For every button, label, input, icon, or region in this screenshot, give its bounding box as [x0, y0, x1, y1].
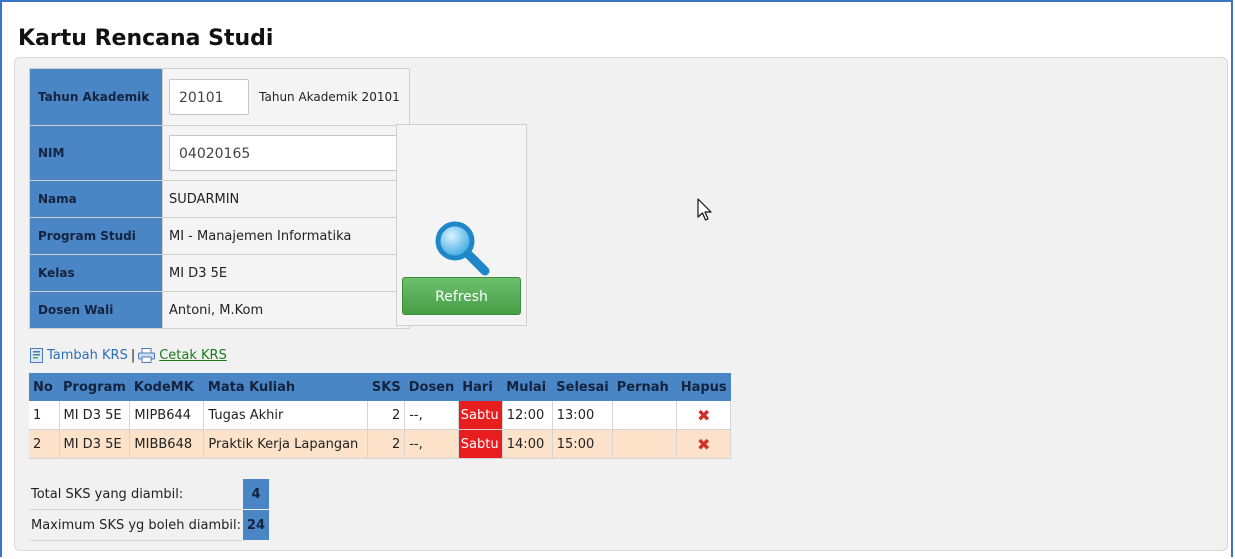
cell-mulai: 12:00	[502, 401, 553, 430]
sks-totals: Total SKS yang diambil: 4 Maximum SKS yg…	[29, 479, 269, 541]
cell-dosen: --,	[404, 401, 459, 430]
col-no: No	[29, 373, 59, 401]
tahun-akademik-input[interactable]: 20101	[169, 79, 249, 115]
krs-table: No Program KodeMK Mata Kuliah SKS Dosen …	[29, 373, 732, 459]
dosen-wali-value: Antoni, M.Kom	[162, 291, 410, 329]
link-separator: |	[130, 348, 136, 363]
add-document-icon[interactable]	[30, 348, 43, 363]
nim-input[interactable]: 04020165	[169, 135, 400, 171]
cell-pernah	[612, 429, 678, 459]
col-hapus: Hapus	[676, 373, 731, 401]
col-sks: SKS	[367, 373, 405, 401]
program-studi-label: Program Studi	[29, 217, 163, 255]
cell-hari: Sabtu	[458, 401, 503, 430]
cell-hari: Sabtu	[458, 429, 503, 459]
krs-actions: Tambah KRS | Cetak KRS	[30, 348, 227, 363]
max-sks-value: 24	[242, 509, 269, 541]
col-dosen: Dosen	[404, 373, 459, 401]
search-icon[interactable]	[433, 219, 491, 277]
mouse-cursor-icon	[697, 198, 712, 221]
col-program: Program	[59, 373, 130, 401]
nama-value: SUDARMIN	[162, 180, 410, 218]
total-sks-value: 4	[242, 479, 269, 510]
cell-selesai: 13:00	[552, 401, 614, 430]
cell-program: MI D3 5E	[59, 429, 131, 459]
delete-icon[interactable]: ✖	[676, 429, 732, 459]
col-pernah: Pernah	[612, 373, 677, 401]
tahun-akademik-label: Tahun Akademik	[29, 68, 163, 126]
cell-sks: 2	[367, 401, 406, 430]
cetak-krs-link[interactable]: Cetak KRS	[159, 348, 227, 363]
kelas-value: MI D3 5E	[162, 254, 410, 292]
nim-label: NIM	[29, 125, 163, 181]
cell-dosen: --,	[404, 429, 459, 459]
col-mata-kuliah: Mata Kuliah	[203, 373, 368, 401]
total-sks-label: Total SKS yang diambil:	[29, 479, 243, 510]
refresh-box: Refresh	[396, 124, 527, 326]
cell-mata-kuliah: Praktik Kerja Lapangan	[203, 429, 369, 459]
printer-icon[interactable]	[138, 348, 156, 363]
col-hari: Hari	[458, 373, 503, 401]
refresh-button[interactable]: Refresh	[402, 277, 521, 315]
student-info-table: Tahun Akademik 20101 Tahun Akademik 2010…	[29, 68, 410, 329]
cell-sks: 2	[367, 429, 406, 459]
cell-mata-kuliah: Tugas Akhir	[203, 401, 369, 430]
col-mulai: Mulai	[502, 373, 553, 401]
tambah-krs-link[interactable]: Tambah KRS	[47, 348, 128, 363]
table-row: 2 MI D3 5E MIBB648 Praktik Kerja Lapanga…	[29, 429, 732, 459]
cell-selesai: 15:00	[552, 429, 614, 459]
cell-mulai: 14:00	[502, 429, 553, 459]
col-selesai: Selesai	[552, 373, 613, 401]
cell-kodemk: MIBB648	[129, 429, 205, 459]
cell-no: 1	[29, 401, 60, 430]
max-sks-label: Maximum SKS yg boleh diambil:	[29, 509, 243, 541]
table-row: 1 MI D3 5E MIPB644 Tugas Akhir 2 --, Sab…	[29, 401, 732, 430]
program-studi-value: MI - Manajemen Informatika	[162, 217, 410, 255]
tahun-akademik-note: Tahun Akademik 20101	[259, 90, 400, 104]
page-title: Kartu Rencana Studi	[18, 26, 274, 51]
cell-kodemk: MIPB644	[129, 401, 205, 430]
dosen-wali-label: Dosen Wali	[29, 291, 163, 329]
cell-program: MI D3 5E	[59, 401, 131, 430]
nama-label: Nama	[29, 180, 163, 218]
kelas-label: Kelas	[29, 254, 163, 292]
col-kodemk: KodeMK	[129, 373, 204, 401]
cell-pernah	[612, 401, 678, 430]
delete-icon[interactable]: ✖	[676, 401, 732, 430]
cell-no: 2	[29, 429, 60, 459]
